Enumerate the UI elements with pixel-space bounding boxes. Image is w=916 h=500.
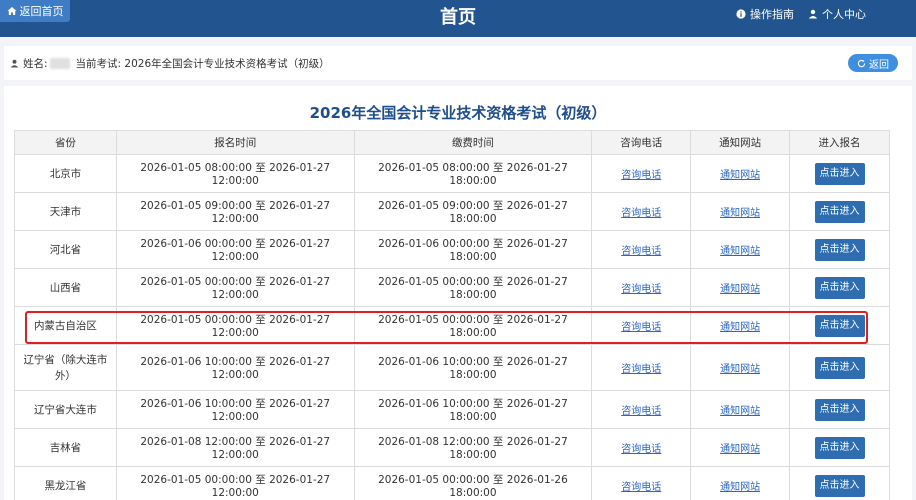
enter-button[interactable]: 点击进入: [814, 314, 865, 337]
enter-button[interactable]: 点击进入: [814, 200, 865, 223]
user-info-bar: 姓名: 当前考试: 2026年全国会计专业技术资格考试（初级） 返回: [4, 46, 912, 80]
content-card: 2026年全国会计专业技术资格考试（初级） 省份 报名时间 缴费时间 咨询电话 …: [4, 86, 912, 500]
registration-table: 省份 报名时间 缴费时间 咨询电话 通知网站 进入报名 北京市 2026-01-…: [14, 130, 890, 500]
payment-time-cell: 2026-01-05 00:00:00 至 2026-01-27 18:00:0…: [353, 268, 593, 307]
registration-time-cell: 2026-01-05 00:00:00 至 2026-01-27 12:00:0…: [115, 306, 355, 345]
province-cell: 辽宁省（除大连市外）: [14, 344, 117, 391]
province-cell: 黑龙江省: [14, 466, 117, 500]
phone-link[interactable]: 咨询电话: [621, 284, 661, 295]
table-header-row: 省份 报名时间 缴费时间 咨询电话 通知网站 进入报名: [14, 130, 890, 155]
province-cell: 辽宁省大连市: [14, 390, 117, 429]
table-row: 辽宁省大连市 2026-01-06 10:00:00 至 2026-01-27 …: [14, 390, 890, 429]
payment-time-cell: 2026-01-08 12:00:00 至 2026-01-27 18:00:0…: [353, 428, 593, 467]
back-button-label: 返回: [869, 59, 889, 71]
top-nav-bar: 返回首页 首页 操作指南 个人中心: [0, 0, 916, 37]
col-registration-time: 报名时间: [115, 130, 355, 155]
back-button[interactable]: 返回: [848, 54, 898, 72]
phone-link[interactable]: 咨询电话: [621, 322, 661, 333]
notice-site-link[interactable]: 通知网站: [720, 208, 760, 219]
registration-time-cell: 2026-01-05 00:00:00 至 2026-01-27 12:00:0…: [115, 268, 355, 307]
phone-link[interactable]: 咨询电话: [621, 444, 661, 455]
current-exam: 当前考试: 2026年全国会计专业技术资格考试（初级）: [75, 57, 330, 70]
table-row: 北京市 2026-01-05 08:00:00 至 2026-01-27 12:…: [14, 154, 890, 193]
enter-button[interactable]: 点击进入: [814, 238, 865, 261]
table-row: 辽宁省（除大连市外） 2026-01-06 10:00:00 至 2026-01…: [14, 344, 890, 391]
payment-time-cell: 2026-01-06 00:00:00 至 2026-01-27 18:00:0…: [353, 230, 593, 269]
table-row: 山西省 2026-01-05 00:00:00 至 2026-01-27 12:…: [14, 268, 890, 307]
payment-time-cell: 2026-01-05 00:00:00 至 2026-01-27 18:00:0…: [353, 306, 593, 345]
refresh-icon: [857, 59, 866, 67]
payment-time-cell: 2026-01-06 10:00:00 至 2026-01-27 18:00:0…: [353, 390, 593, 429]
profile-label: 个人中心: [822, 8, 866, 21]
registration-time-cell: 2026-01-06 10:00:00 至 2026-01-27 12:00:0…: [115, 390, 355, 429]
user-icon: [808, 9, 818, 19]
guide-label: 操作指南: [750, 8, 794, 21]
user-icon: [10, 59, 19, 68]
col-notice-site: 通知网站: [690, 130, 791, 155]
table-row: 吉林省 2026-01-08 12:00:00 至 2026-01-27 12:…: [14, 428, 890, 467]
province-cell: 天津市: [14, 192, 117, 231]
phone-link[interactable]: 咨询电话: [621, 170, 661, 181]
phone-link[interactable]: 咨询电话: [621, 482, 661, 493]
notice-site-link[interactable]: 通知网站: [720, 322, 760, 333]
exam-title: 2026年全国会计专业技术资格考试（初级）: [309, 104, 607, 122]
col-phone: 咨询电话: [591, 130, 692, 155]
payment-time-cell: 2026-01-05 00:00:00 至 2026-01-26 18:00:0…: [353, 466, 593, 500]
enter-button[interactable]: 点击进入: [814, 436, 865, 459]
payment-time-cell: 2026-01-05 08:00:00 至 2026-01-27 18:00:0…: [353, 154, 593, 193]
registration-time-cell: 2026-01-06 10:00:00 至 2026-01-27 12:00:0…: [115, 344, 355, 391]
name-label: 姓名:: [23, 57, 48, 70]
phone-link[interactable]: 咨询电话: [621, 364, 661, 375]
notice-site-link[interactable]: 通知网站: [720, 406, 760, 417]
enter-button[interactable]: 点击进入: [814, 276, 865, 299]
notice-site-link[interactable]: 通知网站: [720, 444, 760, 455]
notice-site-link[interactable]: 通知网站: [720, 246, 760, 257]
phone-link[interactable]: 咨询电话: [621, 246, 661, 257]
col-province: 省份: [14, 130, 117, 155]
table-row: 黑龙江省 2026-01-05 00:00:00 至 2026-01-27 12…: [14, 466, 890, 500]
info-icon: [736, 9, 746, 19]
payment-time-cell: 2026-01-05 09:00:00 至 2026-01-27 18:00:0…: [353, 192, 593, 231]
registration-time-cell: 2026-01-05 00:00:00 至 2026-01-27 12:00:0…: [115, 466, 355, 500]
province-cell: 内蒙古自治区: [14, 306, 117, 345]
enter-button[interactable]: 点击进入: [814, 398, 865, 421]
notice-site-link[interactable]: 通知网站: [720, 170, 760, 181]
guide-link[interactable]: 操作指南: [736, 6, 794, 22]
notice-site-link[interactable]: 通知网站: [720, 284, 760, 295]
registration-time-cell: 2026-01-05 08:00:00 至 2026-01-27 12:00:0…: [115, 154, 355, 193]
province-cell: 北京市: [14, 154, 117, 193]
profile-link[interactable]: 个人中心: [808, 6, 866, 22]
province-cell: 吉林省: [14, 428, 117, 467]
enter-button[interactable]: 点击进入: [814, 474, 865, 497]
phone-link[interactable]: 咨询电话: [621, 406, 661, 417]
registration-time-cell: 2026-01-08 12:00:00 至 2026-01-27 12:00:0…: [115, 428, 355, 467]
table-row: 天津市 2026-01-05 09:00:00 至 2026-01-27 12:…: [14, 192, 890, 231]
registration-time-cell: 2026-01-06 00:00:00 至 2026-01-27 12:00:0…: [115, 230, 355, 269]
enter-button[interactable]: 点击进入: [814, 162, 865, 185]
table-row: 河北省 2026-01-06 00:00:00 至 2026-01-27 12:…: [14, 230, 890, 269]
registration-time-cell: 2026-01-05 09:00:00 至 2026-01-27 12:00:0…: [115, 192, 355, 231]
redacted-name: [49, 57, 70, 69]
notice-site-link[interactable]: 通知网站: [720, 482, 760, 493]
table-row-highlighted: 内蒙古自治区 2026-01-05 00:00:00 至 2026-01-27 …: [14, 306, 890, 345]
enter-button[interactable]: 点击进入: [814, 356, 865, 379]
province-cell: 河北省: [14, 230, 117, 269]
col-payment-time: 缴费时间: [353, 130, 593, 155]
payment-time-cell: 2026-01-06 10:00:00 至 2026-01-27 18:00:0…: [353, 344, 593, 391]
col-enter: 进入报名: [789, 130, 890, 155]
notice-site-link[interactable]: 通知网站: [720, 364, 760, 375]
province-cell: 山西省: [14, 268, 117, 307]
phone-link[interactable]: 咨询电话: [621, 208, 661, 219]
